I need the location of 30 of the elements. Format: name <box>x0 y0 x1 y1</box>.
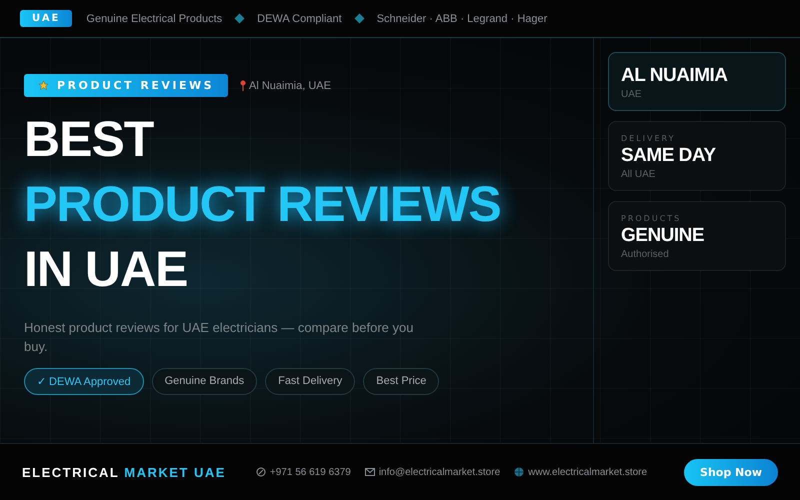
headline-line: IN UAE <box>24 240 188 299</box>
feature-chip[interactable]: Best Price <box>363 368 440 395</box>
star-icon <box>38 80 49 91</box>
card-label: PRODUCTS <box>621 214 682 223</box>
globe-icon <box>514 467 524 477</box>
brand-logo: ELECTRICAL MARKET UAE <box>22 464 226 480</box>
top-bar-text: DEWA Compliant <box>257 12 342 24</box>
location-text: Al Nuaimia, UAE <box>249 80 331 92</box>
description-text: Honest product reviews for UAE electricians — compare before you buy. <box>24 319 414 356</box>
card-title: AL NUAIMIA <box>621 65 728 87</box>
mail-icon <box>364 468 375 476</box>
feature-chip[interactable]: Genuine Brands <box>152 368 258 395</box>
card-title: SAME DAY <box>621 145 716 167</box>
top-bar-text: Schneider · ABB · Legrand · Hager <box>376 12 548 24</box>
phone-text: +971 56 619 6379 <box>270 466 351 478</box>
region-badge: UAE <box>20 10 72 27</box>
feature-chip[interactable]: Fast Delivery <box>265 368 356 395</box>
card-label: DELIVERY <box>621 134 676 143</box>
pin-icon <box>240 80 246 91</box>
section-tag: PRODUCT REVIEWS <box>24 74 228 97</box>
email-text: info@electricalmarket.store <box>378 466 500 478</box>
headline-line: PRODUCT REVIEWS <box>24 175 501 234</box>
card-subtitle: UAE <box>621 89 643 100</box>
feature-chip[interactable]: ✓ DEWA Approved <box>24 368 144 395</box>
top-bar-text: Genuine Electrical Products <box>86 12 222 24</box>
card-title: GENUINE <box>621 225 704 247</box>
headline-line: BEST <box>24 110 154 169</box>
card-subtitle: Authorised <box>621 249 670 260</box>
card-subtitle: All UAE <box>621 169 656 180</box>
website-text: www.electricalmarket.store <box>528 466 648 478</box>
